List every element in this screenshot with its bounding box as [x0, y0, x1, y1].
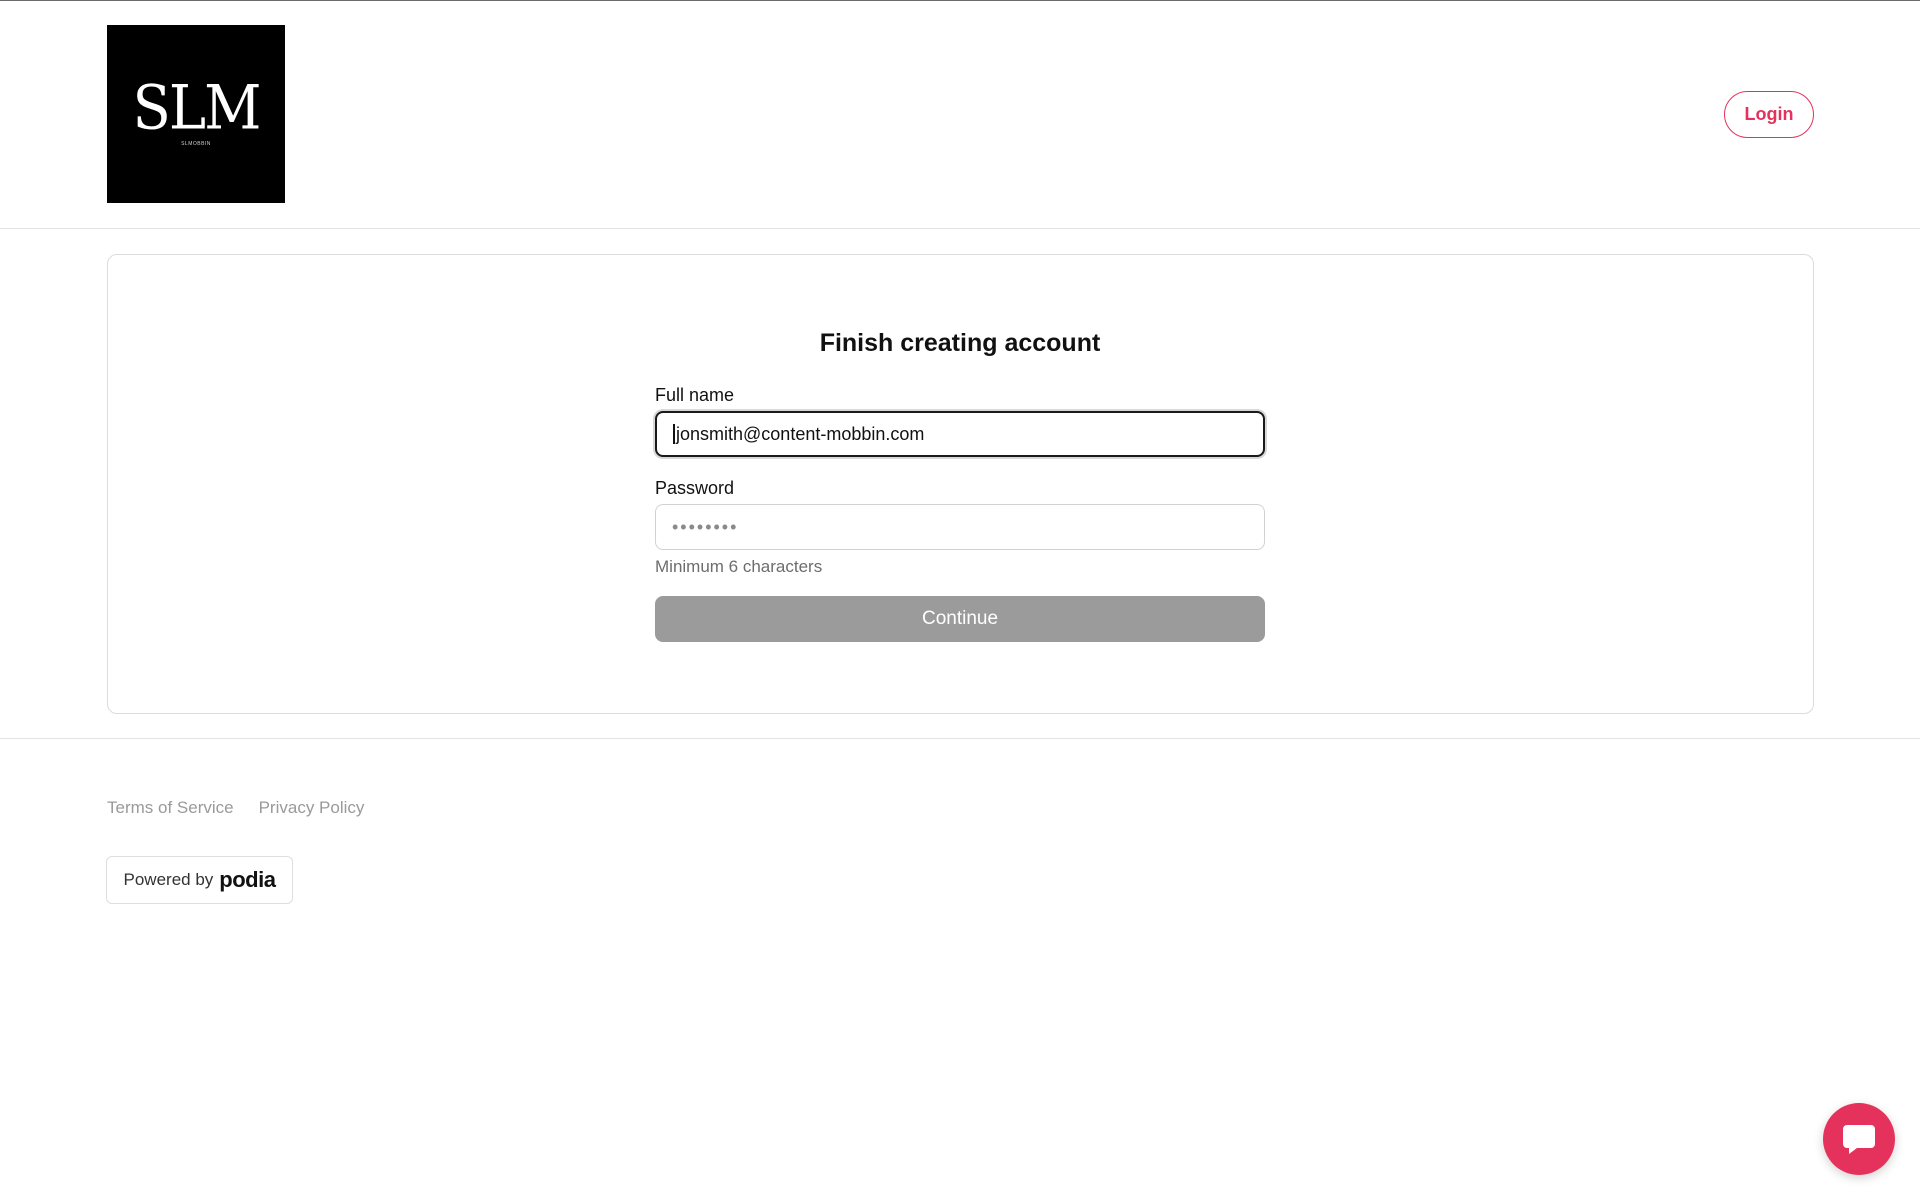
page-title: Finish creating account — [819, 329, 1101, 357]
store-logo[interactable]: SLM SLMOBBIN — [107, 25, 285, 203]
logo-text: SLM — [132, 73, 262, 144]
terms-of-service-link[interactable]: Terms of Service — [107, 798, 234, 818]
password-hint: Minimum 6 characters — [655, 557, 823, 576]
powered-by-text: Powered by — [123, 870, 214, 889]
full-name-label: Full name — [655, 385, 735, 405]
password-label: Password — [655, 478, 735, 498]
powered-by-podia-badge[interactable]: Powered by podia — [106, 856, 293, 904]
full-name-value: jonsmith@content-mobbin.com — [676, 423, 925, 444]
footer-links: Terms of Service Privacy Policy — [107, 798, 364, 818]
password-input[interactable]: •••••••• — [655, 504, 1265, 550]
full-name-input[interactable]: jonsmith@content-mobbin.com — [655, 411, 1265, 457]
text-caret — [673, 424, 675, 444]
footer-divider — [0, 738, 1920, 739]
continue-button[interactable]: Continue — [655, 596, 1265, 642]
signup-card: Finish creating account Full name jonsmi… — [107, 254, 1814, 714]
login-button[interactable]: Login — [1724, 91, 1814, 138]
chat-launcher-button[interactable] — [1823, 1103, 1895, 1175]
privacy-policy-link[interactable]: Privacy Policy — [259, 798, 365, 818]
podia-wordmark: podia — [219, 867, 276, 892]
chat-bubble-icon — [1843, 1125, 1875, 1154]
password-value: •••••••• — [672, 516, 739, 537]
site-header: SLM SLMOBBIN Login — [0, 1, 1920, 229]
